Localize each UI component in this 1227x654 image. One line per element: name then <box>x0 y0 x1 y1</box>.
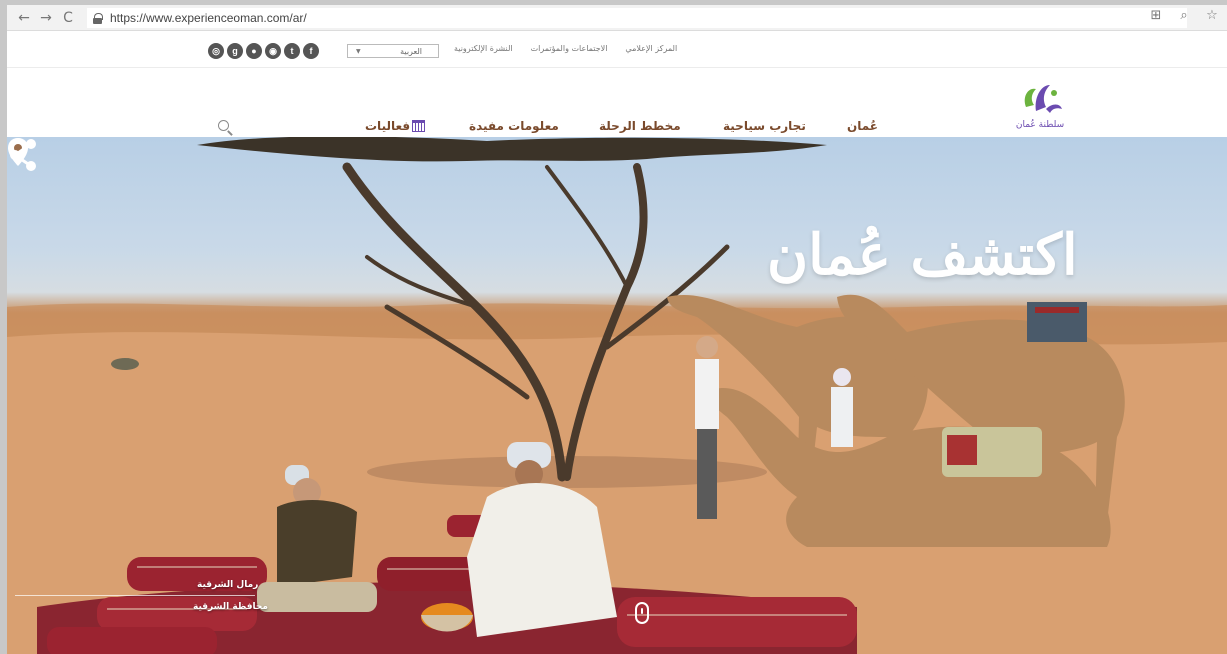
language-value: العربية <box>400 46 422 56</box>
nav-useful-info[interactable]: معلومات مفيدة <box>469 119 559 133</box>
browser-window: ← → C https://www.experienceoman.com/ar/… <box>7 5 1227 654</box>
facebook-icon[interactable]: f <box>303 43 319 59</box>
slide-indicator-line <box>15 595 255 596</box>
main-nav: عُمان تجارب سياحية مخطط الرحلة معلومات م… <box>7 119 1227 139</box>
language-select[interactable]: ▼ العربية <box>347 44 439 58</box>
nav-oman[interactable]: عُمان <box>847 119 878 133</box>
utility-bar: ◎ g ● ◉ t f ▼ العربية النشرة الإلكترونية… <box>7 32 1227 68</box>
foursquare-icon[interactable]: ◉ <box>265 43 281 59</box>
tree-canopy <box>197 137 827 162</box>
nav-trip-planner[interactable]: مخطط الرحلة <box>599 119 681 133</box>
reload-icon[interactable]: C <box>57 7 79 29</box>
twitter-icon[interactable]: t <box>284 43 300 59</box>
hero-photo <box>7 137 1227 654</box>
translate-icon[interactable]: ⊞ <box>1147 8 1165 23</box>
search-icon <box>218 120 229 131</box>
nav-events[interactable]: فعاليات <box>365 119 426 133</box>
boy-figure <box>831 368 853 447</box>
meetings-link[interactable]: الاجتماعات والمؤتمرات <box>531 44 608 53</box>
google-plus-icon[interactable]: g <box>227 43 243 59</box>
location-region: محافظة الشرقية <box>193 602 268 612</box>
dropdown-caret-icon: ▼ <box>356 47 361 55</box>
share-icon[interactable] <box>7 137 39 173</box>
media-center-link[interactable]: المركز الإعلامي <box>625 44 677 53</box>
woman-figure <box>695 336 719 519</box>
browser-toolbar: ← → C https://www.experienceoman.com/ar/… <box>7 5 1227 31</box>
zoom-icon[interactable]: ⌕ <box>1175 8 1193 23</box>
newsletter-link[interactable]: النشرة الإلكترونية <box>454 44 513 53</box>
bookmark-star-icon[interactable]: ☆ <box>1203 8 1221 23</box>
site-header: سلطنة عُمان عُمان تجارب سياحية مخطط الرح… <box>7 69 1227 142</box>
search-button[interactable] <box>218 120 234 136</box>
calendar-icon <box>412 120 426 132</box>
address-bar[interactable]: https://www.experienceoman.com/ar/ <box>87 7 1187 28</box>
location-name: رمال الشرقية <box>197 580 259 590</box>
instagram-icon[interactable]: ◎ <box>208 43 224 59</box>
nav-events-label: فعاليات <box>365 119 411 133</box>
bush <box>111 358 139 370</box>
url-text: https://www.experienceoman.com/ar/ <box>110 10 307 25</box>
hero-banner: اكتشف عُمان رمال الشرقية محافظة الشرقية <box>7 137 1227 654</box>
lock-icon <box>93 12 103 24</box>
back-icon[interactable]: ← <box>13 7 35 29</box>
social-links: ◎ g ● ◉ t f <box>208 43 319 59</box>
forward-icon[interactable]: → <box>35 7 57 29</box>
hero-title: اكتشف عُمان <box>767 222 1078 288</box>
nav-experiences[interactable]: تجارب سياحية <box>723 119 806 133</box>
tripadvisor-icon[interactable]: ● <box>246 43 262 59</box>
scroll-down-icon[interactable] <box>635 602 649 624</box>
